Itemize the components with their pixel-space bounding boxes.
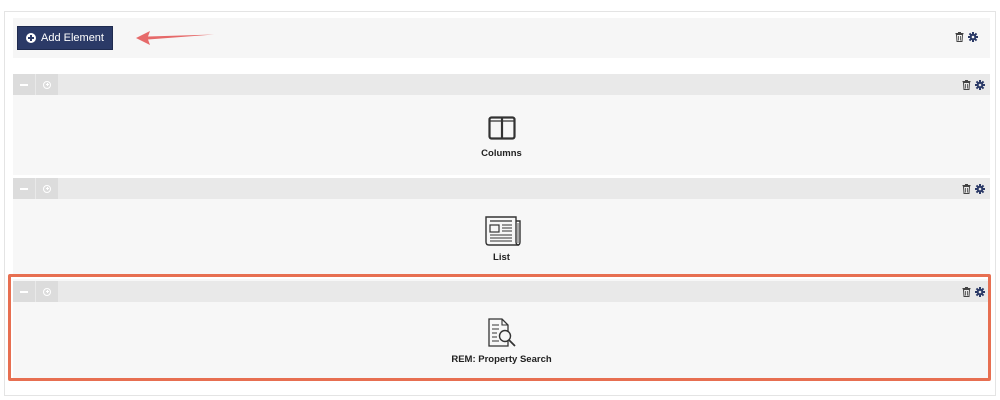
property-search-icon (487, 318, 516, 347)
element-label: List (493, 252, 510, 263)
minus-icon (20, 187, 28, 190)
element-label: Columns (481, 148, 522, 159)
element-label: REM: Property Search (451, 354, 552, 365)
plus-circle-icon (43, 184, 51, 193)
add-row-button[interactable] (36, 281, 58, 302)
minus-icon (20, 83, 28, 86)
plus-circle-icon (43, 80, 51, 89)
toolbar-actions (955, 32, 978, 42)
collapse-button[interactable] (13, 281, 35, 302)
element-property-search[interactable]: REM: Property Search (13, 317, 990, 365)
plus-circle-icon (43, 287, 51, 296)
gear-icon[interactable] (975, 287, 985, 297)
trash-icon[interactable] (955, 32, 964, 42)
add-row-button[interactable] (36, 74, 58, 95)
row-header (13, 281, 990, 302)
layout-row: List (13, 178, 990, 274)
list-icon (484, 216, 521, 246)
add-element-label: Add Element (41, 32, 104, 44)
element-list[interactable]: List (13, 215, 990, 263)
gear-icon[interactable] (968, 32, 978, 42)
layout-row: Columns (13, 74, 990, 175)
row-header (13, 178, 990, 199)
row-actions (962, 80, 985, 90)
gear-icon[interactable] (975, 184, 985, 194)
element-columns[interactable]: Columns (13, 116, 990, 159)
row-header (13, 74, 990, 95)
trash-icon[interactable] (962, 80, 971, 90)
layout-row: REM: Property Search (13, 279, 990, 378)
collapse-button[interactable] (13, 74, 35, 95)
plus-circle-icon (26, 33, 36, 43)
annotation-arrow (136, 31, 214, 45)
collapse-button[interactable] (13, 178, 35, 199)
row-actions (962, 287, 985, 297)
gear-icon[interactable] (975, 80, 985, 90)
trash-icon[interactable] (962, 287, 971, 297)
trash-icon[interactable] (962, 184, 971, 194)
add-row-button[interactable] (36, 178, 58, 199)
columns-icon (487, 116, 516, 140)
minus-icon (20, 290, 28, 293)
add-element-button[interactable]: Add Element (17, 26, 113, 50)
row-actions (962, 184, 985, 194)
